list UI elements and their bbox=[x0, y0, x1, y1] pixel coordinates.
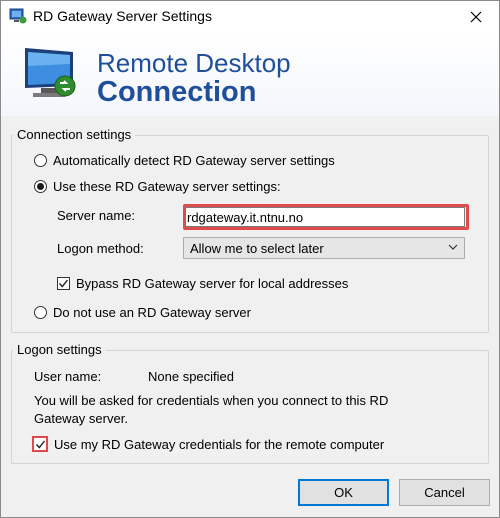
no-gateway-label: Do not use an RD Gateway server bbox=[53, 305, 251, 320]
use-credentials-label: Use my RD Gateway credentials for the re… bbox=[54, 436, 385, 452]
credentials-info-text: You will be asked for credentials when y… bbox=[34, 393, 389, 426]
use-credentials-checkbox[interactable]: Use my RD Gateway credentials for the re… bbox=[32, 436, 385, 452]
close-button[interactable] bbox=[453, 1, 499, 32]
logon-method-select[interactable]: Allow me to select later bbox=[183, 237, 465, 259]
radio-circle bbox=[34, 154, 47, 167]
logon-method-value: Allow me to select later bbox=[190, 240, 324, 256]
banner-title-line2: Connection bbox=[97, 76, 257, 108]
checkbox-box bbox=[32, 436, 48, 452]
chevron-down-icon bbox=[448, 244, 458, 250]
remote-desktop-monitor-icon bbox=[25, 48, 76, 97]
connection-settings-title: Connection settings bbox=[13, 127, 136, 142]
cancel-button[interactable]: Cancel bbox=[399, 479, 490, 506]
rd-gateway-icon bbox=[9, 8, 27, 24]
radio-circle bbox=[34, 180, 47, 193]
ok-button[interactable]: OK bbox=[298, 479, 389, 506]
rd-gateway-settings-dialog: RD Gateway Server Settings Remote Deskto… bbox=[0, 0, 500, 518]
use-settings-label: Use these RD Gateway server settings: bbox=[53, 179, 281, 194]
user-name-value: None specified bbox=[148, 369, 234, 384]
radio-circle bbox=[34, 306, 47, 319]
banner-title-line1: Remote Desktop bbox=[97, 48, 291, 78]
checkbox-box bbox=[57, 277, 70, 290]
banner: Remote Desktop Connection bbox=[1, 32, 499, 116]
close-icon bbox=[470, 11, 482, 22]
server-name-label: Server name: bbox=[57, 208, 136, 223]
checkmark-icon bbox=[58, 279, 69, 288]
auto-detect-label: Automatically detect RD Gateway server s… bbox=[53, 153, 335, 168]
checkmark-icon bbox=[35, 440, 45, 449]
server-name-highlight bbox=[183, 204, 469, 230]
title-bar: RD Gateway Server Settings bbox=[1, 1, 499, 32]
user-name-label: User name: bbox=[34, 369, 102, 384]
logon-settings-title: Logon settings bbox=[13, 342, 106, 357]
logon-method-label: Logon method: bbox=[57, 241, 144, 256]
use-settings-radio[interactable]: Use these RD Gateway server settings: bbox=[34, 179, 281, 194]
auto-detect-radio[interactable]: Automatically detect RD Gateway server s… bbox=[34, 153, 335, 168]
window-title: RD Gateway Server Settings bbox=[33, 8, 212, 24]
bypass-local-checkbox[interactable]: Bypass RD Gateway server for local addre… bbox=[57, 276, 348, 291]
bypass-local-label: Bypass RD Gateway server for local addre… bbox=[76, 276, 349, 291]
no-gateway-radio[interactable]: Do not use an RD Gateway server bbox=[34, 305, 251, 320]
